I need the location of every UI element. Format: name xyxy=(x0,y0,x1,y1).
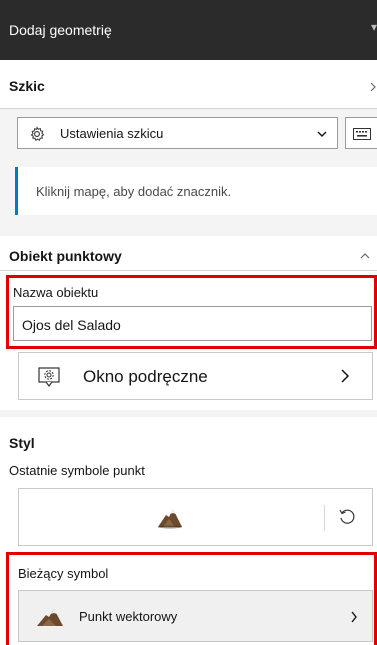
keyboard-icon xyxy=(353,128,371,140)
recent-symbols-box xyxy=(18,488,373,546)
point-feature-title: Obiekt punktowy xyxy=(9,248,122,264)
chevron-down-icon xyxy=(317,131,327,137)
chevron-right-icon xyxy=(341,369,350,383)
divider xyxy=(324,505,325,531)
notice-text: Kliknij mapę, aby dodać znacznik. xyxy=(36,184,232,199)
current-symbol-button[interactable]: Punkt wektorowy xyxy=(18,590,373,642)
mountain-symbol-icon xyxy=(37,609,63,626)
sketch-settings-label: Ustawienia szkicu xyxy=(60,126,164,141)
chevron-right-icon xyxy=(370,82,376,92)
gear-icon xyxy=(30,126,45,142)
panel-header: Dodaj geometrię ▾ xyxy=(0,0,377,60)
recent-symbols-label: Ostatnie symbole punkt xyxy=(9,463,145,478)
popup-button[interactable]: Okno podręczne xyxy=(18,352,373,400)
sketch-header[interactable]: Szkic xyxy=(0,60,377,108)
name-field-label: Nazwa obiektu xyxy=(13,285,99,300)
panel-title: Dodaj geometrię xyxy=(9,22,112,38)
sketch-title: Szkic xyxy=(9,78,45,94)
popup-label: Okno podręczne xyxy=(83,367,208,386)
sketch-settings-dropdown[interactable]: Ustawienia szkicu xyxy=(17,117,338,149)
chevron-up-icon[interactable] xyxy=(360,252,370,259)
mountain-symbol-icon[interactable] xyxy=(157,503,183,529)
popup-gear-icon xyxy=(38,367,60,387)
chevron-right-icon xyxy=(351,611,357,623)
current-symbol-name: Punkt wektorowy xyxy=(79,609,178,624)
instruction-notice: Kliknij mapę, aby dodać znacznik. xyxy=(15,167,377,215)
keyboard-button[interactable] xyxy=(345,117,377,149)
collapse-caret-icon[interactable]: ▾ xyxy=(371,20,377,34)
name-input[interactable]: Ojos del Salado xyxy=(13,306,372,341)
current-symbol-label: Bieżący symbol xyxy=(18,566,109,581)
reset-icon[interactable] xyxy=(338,508,356,526)
style-title: Styl xyxy=(9,435,35,451)
divider xyxy=(0,108,377,109)
divider xyxy=(0,270,377,271)
name-input-value: Ojos del Salado xyxy=(22,317,121,333)
